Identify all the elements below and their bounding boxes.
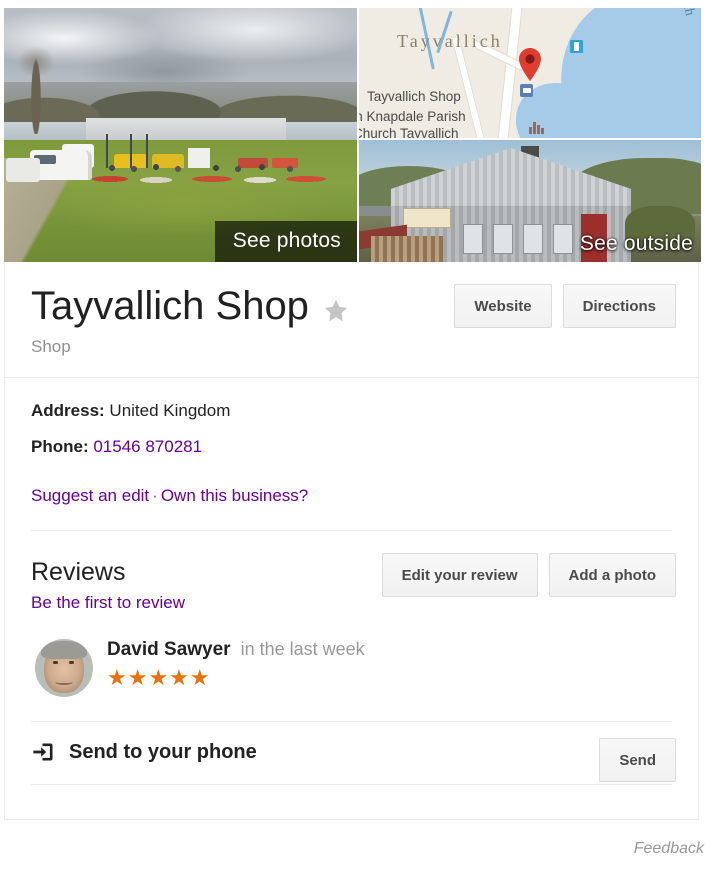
send-to-phone-label: Send to your phone xyxy=(69,740,257,763)
review-star-rating: ★★★★★ xyxy=(107,665,211,690)
map-poi-church-label-line2: Church Tayvallich xyxy=(359,126,459,138)
send-button-wrap: Send xyxy=(599,738,676,782)
streetview-window xyxy=(493,224,513,254)
address-label: Address: xyxy=(31,401,105,420)
map-thumbnail[interactable]: Tayvallich Tayvallich Shop rth Knapdale … xyxy=(359,8,701,138)
map-shop-icon xyxy=(520,84,533,97)
media-right-column: Tayvallich Tayvallich Shop rth Knapdale … xyxy=(359,8,701,262)
add-a-photo-button[interactable]: Add a photo xyxy=(548,553,676,597)
streetview-window xyxy=(463,224,483,254)
be-the-first-to-review-link[interactable]: Be the first to review xyxy=(31,593,185,612)
website-button[interactable]: Website xyxy=(454,284,552,328)
send-to-device-icon xyxy=(33,743,53,761)
streetview-window xyxy=(523,224,543,254)
map-church-icon xyxy=(529,122,544,134)
edit-your-review-button[interactable]: Edit your review xyxy=(381,553,538,597)
page-title: Tayvallich Shop xyxy=(31,284,309,328)
see-photos-badge[interactable]: See photos xyxy=(214,220,357,262)
media-strip: See photos Tayvallich Tayvallich Shop rt… xyxy=(4,8,701,262)
address-value: United Kingdom xyxy=(109,401,231,420)
reviews-section: Reviews Be the first to review Edit your… xyxy=(5,531,698,721)
map-poi-church-label-line1: rth Knapdale Parish xyxy=(359,109,466,124)
street-view-thumbnail[interactable]: See outside xyxy=(359,140,701,262)
avatar-eye xyxy=(69,661,74,664)
phone-line: Phone: 01546 870281 xyxy=(31,434,672,460)
photo-tree xyxy=(10,38,62,134)
link-separator: · xyxy=(152,486,158,505)
hero-photo[interactable]: See photos xyxy=(4,8,357,262)
address-line: Address: United Kingdom xyxy=(31,398,672,424)
map-poi-shop-label: Tayvallich Shop xyxy=(367,89,461,104)
send-to-phone-section: Send to your phone Send xyxy=(5,722,698,784)
map-town-label: Tayvallich xyxy=(397,31,503,51)
suggest-an-edit-link[interactable]: Suggest an edit xyxy=(31,486,149,505)
send-button[interactable]: Send xyxy=(599,738,676,782)
reviewer-name: David Sawyer xyxy=(107,639,231,660)
review-meta: David Sawyer in the last week ★★★★★ xyxy=(107,639,365,690)
review-list-item[interactable]: David Sawyer in the last week ★★★★★ xyxy=(31,613,672,721)
streetview-window xyxy=(553,224,573,254)
page-subtitle: Shop xyxy=(31,337,71,356)
review-actions: Edit your review Add a photo xyxy=(381,553,676,597)
knowledge-panel: See photos Tayvallich Tayvallich Shop rt… xyxy=(0,0,728,873)
info-card: Tayvallich Shop Shop Website Directions … xyxy=(4,262,699,820)
own-this-business-link[interactable]: Own this business? xyxy=(161,486,308,505)
edit-links-row: Suggest an edit · Own this business? xyxy=(31,486,672,506)
photo-van-second xyxy=(6,158,40,182)
avatar-hair xyxy=(41,641,87,659)
streetview-fence xyxy=(371,236,443,262)
review-timestamp: in the last week xyxy=(240,639,365,659)
save-star-icon[interactable] xyxy=(323,298,349,324)
map-pin-icon xyxy=(519,48,541,81)
phone-number-link[interactable]: 01546 870281 xyxy=(93,437,202,456)
see-outside-badge[interactable]: See outside xyxy=(580,232,693,256)
card-bottom-spacer xyxy=(5,785,698,819)
avatar xyxy=(35,639,93,697)
phone-label: Phone: xyxy=(31,437,89,456)
avatar-eye xyxy=(53,661,58,664)
feedback-link[interactable]: Feedback xyxy=(634,840,704,858)
directions-button[interactable]: Directions xyxy=(562,284,676,328)
photo-kayaks xyxy=(88,174,338,184)
business-info: Address: United Kingdom Phone: 01546 870… xyxy=(5,378,698,530)
map-information-icon xyxy=(570,40,583,53)
title-block: Tayvallich Shop Shop Website Directions xyxy=(5,262,698,377)
header-actions: Website Directions xyxy=(454,284,676,328)
avatar-mouth xyxy=(55,679,73,685)
streetview-sign xyxy=(403,208,451,228)
